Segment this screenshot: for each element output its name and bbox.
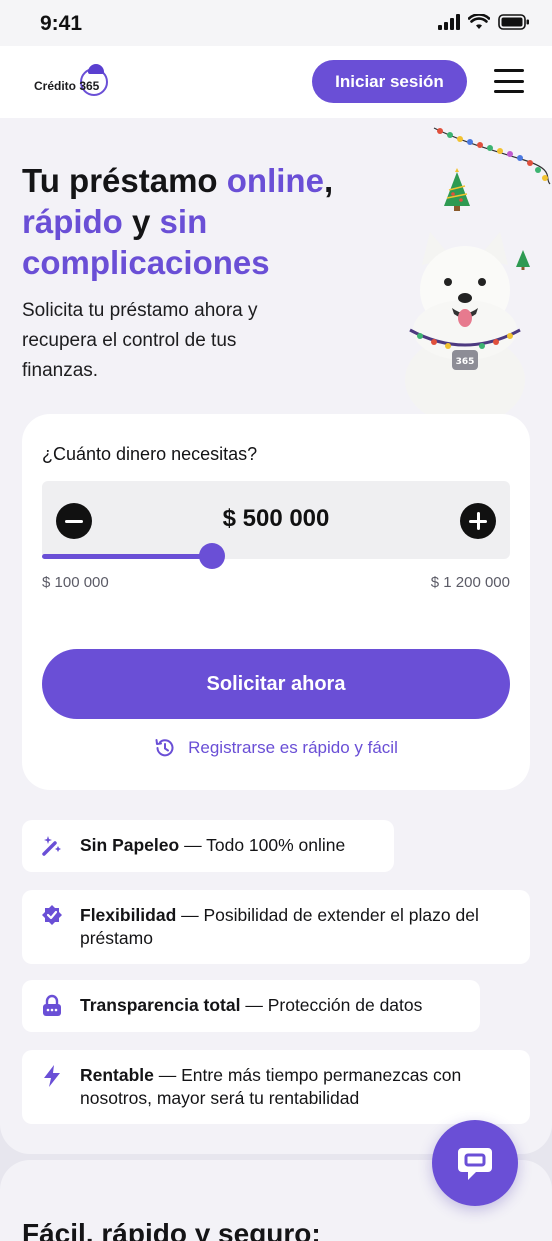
slider-thumb[interactable] <box>199 543 226 569</box>
range-max-label: $ 1 200 000 <box>430 574 510 591</box>
amount-slider[interactable] <box>42 543 510 569</box>
wifi-icon <box>468 14 490 29</box>
feature-transparency: Transparencia total — Protección de dato… <box>22 980 480 1032</box>
lock-icon <box>43 994 61 1016</box>
hero-subtitle: Solicita tu préstamo ahora y recupera el… <box>22 300 258 381</box>
santa-hat-icon <box>88 64 104 74</box>
lightning-icon <box>44 1065 60 1087</box>
battery-icon <box>498 14 529 30</box>
verified-badge-icon <box>42 905 62 925</box>
feature-text: Flexibilidad — Posibilidad de extender e… <box>80 905 479 948</box>
history-clock-icon <box>155 739 174 757</box>
dog-mascot-image: 365 <box>405 232 525 415</box>
amount-value: $ 500 000 <box>222 505 330 532</box>
increase-amount-button[interactable] <box>460 503 496 539</box>
dog-tag-text: 365 <box>456 357 475 367</box>
feature-text: Transparencia total — Protección de dato… <box>80 995 423 1015</box>
feature-text: Sin Papeleo — Todo 100% online <box>80 835 346 855</box>
cellular-signal-icon <box>438 14 460 30</box>
logo[interactable]: Crédito 365 <box>34 62 114 106</box>
apply-now-button[interactable]: Solicitar ahora <box>42 649 510 719</box>
status-time: 9:41 <box>40 12 83 35</box>
status-icons <box>438 14 530 30</box>
christmas-tree-icon <box>444 168 470 211</box>
loan-amount-question: ¿Cuánto dinero necesitas? <box>42 444 258 464</box>
hero-title: Tu préstamo online, rápido y sin complica… <box>22 162 334 281</box>
hamburger-menu-icon[interactable] <box>494 69 524 93</box>
app-header: Crédito 365 Iniciar sesión <box>0 46 552 118</box>
loan-calculator-card: ¿Cuánto dinero necesitas? $ 500 000 $ 10… <box>22 414 530 790</box>
register-link-label: Registrarse es rápido y fácil <box>188 738 398 757</box>
register-link[interactable]: Registrarse es rápido y fácil <box>22 737 530 759</box>
chat-bubble-icon <box>458 1148 492 1180</box>
slider-fill <box>42 554 213 559</box>
main-section: 365 Tu préstamo online, rápido y sin comp… <box>0 118 552 1154</box>
login-button[interactable]: Iniciar sesión <box>312 60 467 103</box>
section-title: Fácil, rápido y seguro: <box>22 1218 321 1241</box>
feature-profitable: Rentable — Entre más tiempo permanezcas … <box>22 1050 530 1124</box>
amount-selector: $ 500 000 <box>42 481 510 559</box>
range-min-label: $ 100 000 <box>42 574 109 591</box>
magic-wand-icon <box>42 836 61 856</box>
feature-text: Rentable — Entre más tiempo permanezcas … <box>80 1065 462 1108</box>
feature-flexibility: Flexibilidad — Posibilidad de extender e… <box>22 890 530 964</box>
logo-text: Crédito 365 <box>34 79 100 93</box>
feature-no-paperwork: Sin Papeleo — Todo 100% online <box>22 820 394 872</box>
chat-button[interactable] <box>432 1120 518 1206</box>
status-bar: 9:41 <box>0 0 552 46</box>
